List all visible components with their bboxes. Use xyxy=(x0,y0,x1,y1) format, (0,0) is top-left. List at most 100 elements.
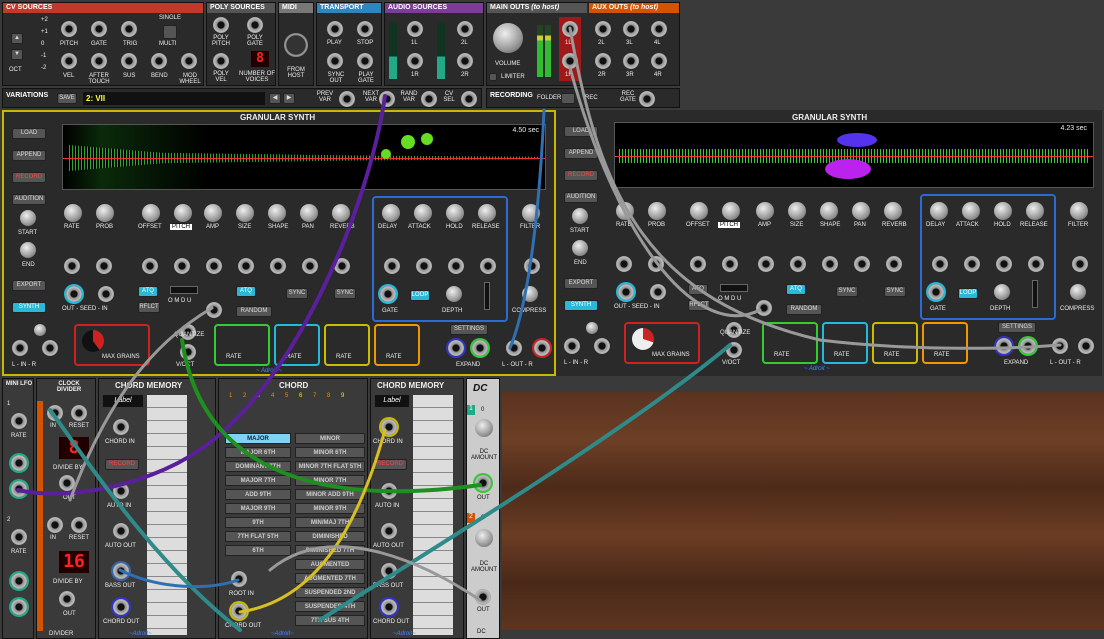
aftertouch-jack[interactable] xyxy=(91,53,107,69)
chord-type-button-right-2[interactable]: MINOR 7TH FLAT 5TH xyxy=(295,461,365,472)
gran2-attack-knob[interactable] xyxy=(962,202,980,220)
chord-number-9[interactable]: 9 xyxy=(341,393,344,399)
gran1-seed-in-jack[interactable] xyxy=(98,286,114,302)
gran1-cv-jack-3[interactable] xyxy=(142,258,158,274)
gran1-prob-knob[interactable] xyxy=(96,204,114,222)
chord-memory-1-chord-out-jack[interactable] xyxy=(113,599,129,615)
gran2-cv-jack-3[interactable] xyxy=(690,256,706,272)
gran1-amp-knob[interactable] xyxy=(204,204,222,222)
chord-type-button-left-7[interactable]: 7TH FLAT 5TH xyxy=(225,531,291,542)
dc-2-out-jack[interactable] xyxy=(475,589,491,605)
chord-type-button-right-11[interactable]: SUSPENDED 2ND xyxy=(295,587,365,598)
dc-1-amount-knob[interactable] xyxy=(475,419,493,437)
chord-memory-2-auto-in-jack[interactable] xyxy=(381,483,397,499)
gran1-append-button[interactable]: APPEND xyxy=(12,150,46,161)
chord-type-button-left-5[interactable]: MAJOR 9TH xyxy=(225,503,291,514)
chord-number-2[interactable]: 2 xyxy=(243,393,246,399)
gran1-cv-jack-5[interactable] xyxy=(206,258,222,274)
play-gate-jack[interactable] xyxy=(357,53,373,69)
chord-number-6[interactable]: 6 xyxy=(299,393,302,399)
main-out-1r-jack[interactable] xyxy=(562,53,578,69)
gran2-end-knob[interactable] xyxy=(572,240,588,256)
gran1-shape-knob[interactable] xyxy=(268,204,286,222)
gran2-pan-knob[interactable] xyxy=(852,202,870,220)
gran1-delay-knob[interactable] xyxy=(382,204,400,222)
chord-chord-out-jack[interactable] xyxy=(231,603,247,619)
gran2-random-button[interactable]: RANDOM xyxy=(786,304,822,315)
gran1-filter-knob[interactable] xyxy=(522,204,540,222)
gran1-pan-knob[interactable] xyxy=(300,204,318,222)
gran1-offset-knob[interactable] xyxy=(142,204,160,222)
clock-1-in-jack[interactable] xyxy=(47,405,63,421)
gran1-atq-button-2[interactable]: ATQ xyxy=(236,286,256,297)
vel-jack[interactable] xyxy=(61,53,77,69)
audio-2l-jack[interactable] xyxy=(457,21,473,37)
gran2-hold-knob[interactable] xyxy=(994,202,1012,220)
chord-type-button-left-3[interactable]: MAJOR 7TH xyxy=(225,475,291,486)
gran2-cv-jack-13[interactable] xyxy=(1028,256,1044,272)
gran2-max-grains-knob[interactable] xyxy=(632,328,654,350)
gran1-sync-button-1[interactable]: SYNC xyxy=(286,288,308,299)
modwheel-jack[interactable] xyxy=(181,53,197,69)
gran1-cv-jack-11[interactable] xyxy=(416,258,432,274)
aux-4r-jack[interactable] xyxy=(651,53,667,69)
gran1-in-l-jack[interactable] xyxy=(12,340,28,356)
audio-1r-jack[interactable] xyxy=(407,53,423,69)
gran2-expand-jack-2[interactable] xyxy=(1020,338,1036,354)
gran2-audition-button[interactable]: AUDITION xyxy=(564,192,598,203)
mini-lfo-2-sine-jack[interactable] xyxy=(11,573,27,589)
gran2-size-knob[interactable] xyxy=(788,202,806,220)
chord-number-7[interactable]: 7 xyxy=(313,393,316,399)
gran1-cv-jack-9[interactable] xyxy=(334,258,350,274)
chord-number-5[interactable]: 5 xyxy=(285,393,288,399)
gran2-cv-jack-2[interactable] xyxy=(648,256,664,272)
clock-1-out-jack[interactable] xyxy=(59,475,75,491)
gran1-size-knob[interactable] xyxy=(236,204,254,222)
play-jack[interactable] xyxy=(327,21,343,37)
chord-memory-2-keyboard[interactable] xyxy=(413,395,453,635)
clock-2-out-jack[interactable] xyxy=(59,591,75,607)
gran2-synth-button[interactable]: SYNTH xyxy=(564,300,598,311)
gran1-hold-knob[interactable] xyxy=(446,204,464,222)
gran1-atq-button-1[interactable]: ATQ xyxy=(138,286,158,297)
mini-lfo-1-sine-jack[interactable] xyxy=(11,455,27,471)
poly-gate-jack[interactable] xyxy=(247,17,263,33)
gran1-pitch-knob[interactable] xyxy=(174,204,192,222)
chord-type-button-right-10[interactable]: AUGMENTED 7TH xyxy=(295,573,365,584)
gran1-depth-slider[interactable] xyxy=(484,282,490,310)
variation-prev-arrow[interactable]: ◀ xyxy=(269,93,281,104)
gran1-synth-button[interactable]: SYNTH xyxy=(12,302,46,313)
gran2-seed-in-jack[interactable] xyxy=(650,284,666,300)
gran1-cv-jack-13[interactable] xyxy=(480,258,496,274)
gran1-audition-button[interactable]: AUDITION xyxy=(12,194,46,205)
gran2-cv-jack-10[interactable] xyxy=(932,256,948,272)
gran2-start-knob[interactable] xyxy=(572,208,588,224)
gran1-random-jack[interactable] xyxy=(206,302,222,318)
gran2-shape-knob[interactable] xyxy=(820,202,838,220)
sync-out-jack[interactable] xyxy=(327,53,343,69)
gran2-reverb-knob[interactable] xyxy=(884,202,902,220)
bend-jack[interactable] xyxy=(151,53,167,69)
chord-memory-2-chord-in-jack[interactable] xyxy=(381,419,397,435)
next-var-jack[interactable] xyxy=(379,91,395,107)
gran1-export-button[interactable]: EXPORT xyxy=(12,280,46,291)
gran1-cv-jack-14[interactable] xyxy=(524,258,540,274)
chord-type-button-right-6[interactable]: MIN/MAJ 7TH xyxy=(295,517,365,528)
gran1-in-r-jack[interactable] xyxy=(42,340,58,356)
gran2-cv-jack-8[interactable] xyxy=(854,256,870,272)
mini-lfo-2-square-jack[interactable] xyxy=(11,599,27,615)
limiter-toggle[interactable] xyxy=(489,73,497,81)
chord-number-1[interactable]: 1 xyxy=(229,393,232,399)
chord-memory-2-auto-out-jack[interactable] xyxy=(381,523,397,539)
gran1-rate-knob[interactable] xyxy=(64,204,82,222)
chord-type-button-right-3[interactable]: MINOR 7TH xyxy=(295,475,365,486)
gran2-waveform[interactable]: 4.23 sec xyxy=(614,122,1094,188)
prev-var-jack[interactable] xyxy=(339,91,355,107)
gran1-random-button[interactable]: RANDOM xyxy=(236,306,272,317)
gran2-offset-knob[interactable] xyxy=(690,202,708,220)
chord-type-button-right-12[interactable]: SUSPENDED 4TH xyxy=(295,601,365,612)
gran1-expand-jack-2[interactable] xyxy=(472,340,488,356)
oct-down-button[interactable]: ▼ xyxy=(11,49,23,60)
gran1-end-knob[interactable] xyxy=(20,242,36,258)
chord-type-button-left-6[interactable]: 9TH xyxy=(225,517,291,528)
